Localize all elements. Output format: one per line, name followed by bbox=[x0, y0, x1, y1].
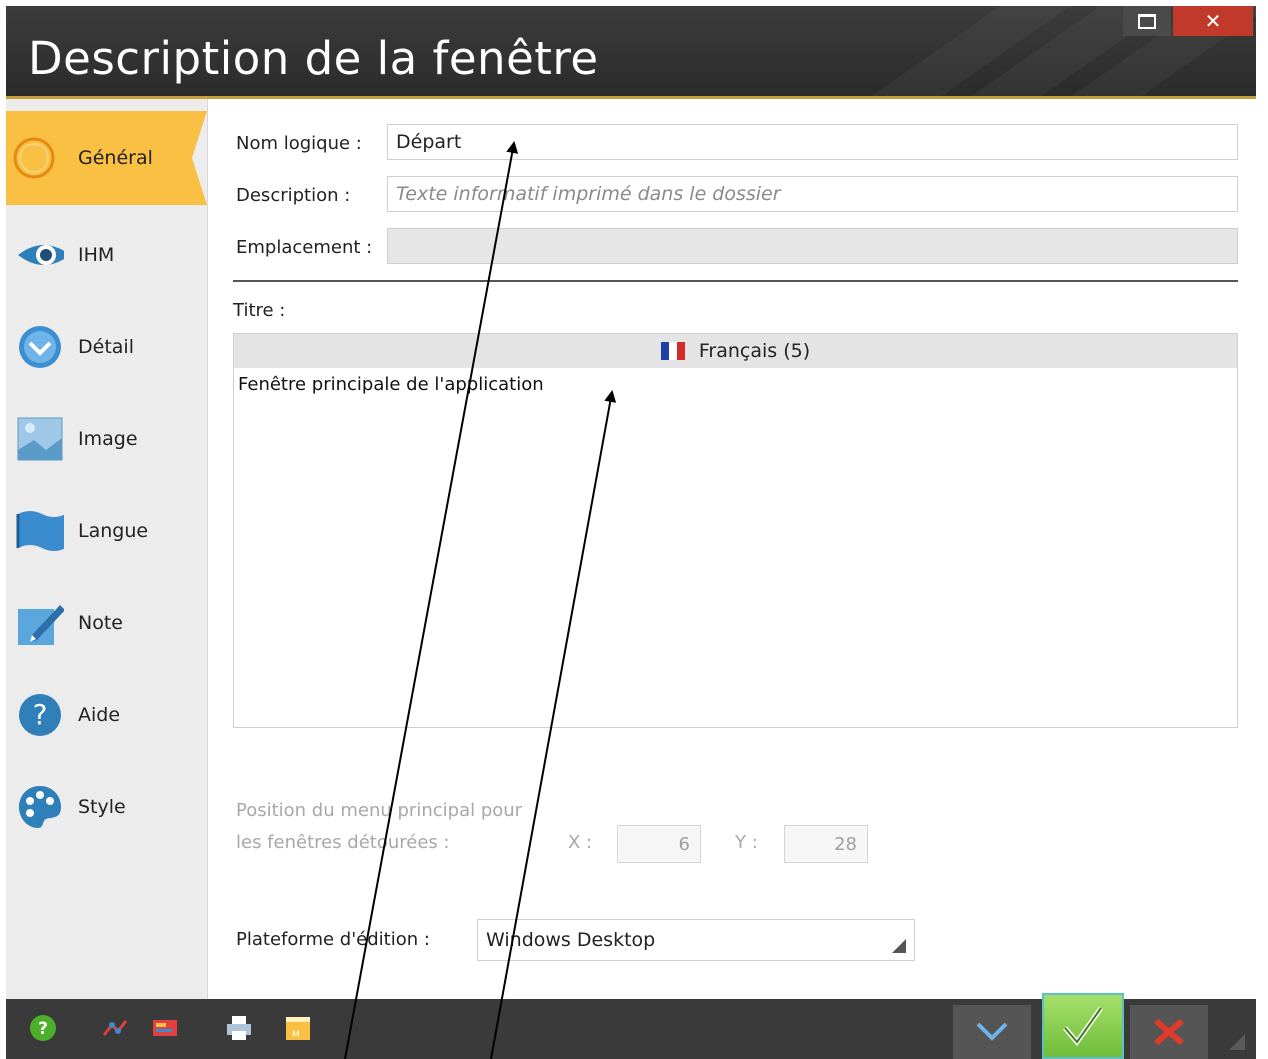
x-label: X : bbox=[568, 832, 593, 853]
eye-icon bbox=[16, 231, 64, 279]
sidebar-item-label: Langue bbox=[78, 520, 149, 542]
image-icon bbox=[16, 415, 64, 463]
description-input[interactable]: Texte informatif imprimé dans le dossier bbox=[387, 176, 1238, 212]
sidebar-item-detail[interactable]: Détail bbox=[6, 301, 207, 393]
position-label-line2: les fenêtres détourées : bbox=[236, 832, 450, 853]
y-input: 28 bbox=[784, 825, 868, 863]
y-label: Y : bbox=[735, 832, 758, 853]
nom-logique-input[interactable]: Départ bbox=[387, 124, 1238, 160]
x-input: 6 bbox=[617, 825, 701, 863]
x-value: 6 bbox=[678, 833, 690, 855]
title-bar: Description de la fenêtre ✕ bbox=[6, 6, 1256, 99]
sidebar-item-label: Style bbox=[78, 796, 126, 818]
chevron-down-icon bbox=[976, 1022, 1008, 1041]
window-icon[interactable]: M bbox=[281, 1011, 315, 1045]
titre-language-label: Français (5) bbox=[698, 340, 811, 362]
sidebar-item-label: Aide bbox=[78, 704, 121, 726]
circle-icon bbox=[10, 134, 58, 182]
chevron-circle-icon bbox=[16, 323, 64, 371]
nom-logique-value: Départ bbox=[396, 131, 462, 153]
svg-text:M: M bbox=[292, 1030, 300, 1040]
sidebar-item-langue[interactable]: Langue bbox=[6, 485, 207, 577]
close-button[interactable]: ✕ bbox=[1173, 6, 1253, 36]
titre-language-header[interactable]: Français (5) bbox=[234, 334, 1237, 368]
close-icon bbox=[1154, 1018, 1184, 1046]
sidebar-item-label: Note bbox=[78, 612, 123, 634]
plateforme-value: Windows Desktop bbox=[486, 929, 656, 951]
dialog-window: Description de la fenêtre ✕ Général IHM … bbox=[6, 6, 1256, 1059]
window-title: Description de la fenêtre bbox=[28, 32, 599, 85]
description-label: Description : bbox=[236, 185, 351, 206]
svg-text:?: ? bbox=[33, 698, 48, 731]
sidebar-item-label: Général bbox=[78, 147, 153, 169]
pencil-note-icon bbox=[16, 599, 64, 647]
close-icon: ✕ bbox=[1204, 9, 1222, 33]
sidebar-item-general[interactable]: Général bbox=[6, 111, 207, 205]
emplacement-label: Emplacement : bbox=[236, 237, 373, 258]
plateforme-label: Plateforme d'édition : bbox=[236, 929, 430, 950]
sidebar-item-note[interactable]: Note bbox=[6, 577, 207, 669]
sidebar: Général IHM Détail Image Langue Note ? A… bbox=[6, 99, 208, 999]
maximize-icon bbox=[1138, 13, 1156, 29]
french-flag-icon bbox=[660, 342, 685, 360]
collapse-button[interactable] bbox=[953, 1005, 1031, 1059]
description-placeholder: Texte informatif imprimé dans le dossier bbox=[396, 183, 781, 205]
sidebar-item-aide[interactable]: ? Aide bbox=[6, 669, 207, 761]
cancel-button[interactable] bbox=[1130, 1005, 1208, 1059]
titre-text[interactable]: Fenêtre principale de l'application bbox=[234, 368, 1237, 401]
flag-icon bbox=[16, 507, 64, 555]
main-panel: Nom logique : Départ Description : Texte… bbox=[208, 99, 1256, 999]
svg-text:?: ? bbox=[38, 1019, 48, 1039]
sidebar-item-label: Détail bbox=[78, 336, 134, 358]
check-icon bbox=[1063, 1006, 1104, 1047]
plateforme-select[interactable]: Windows Desktop bbox=[477, 919, 915, 961]
bottom-toolbar: ? M bbox=[6, 993, 1256, 1059]
titre-label: Titre : bbox=[233, 300, 286, 321]
position-label-line1: Position du menu principal pour bbox=[236, 800, 523, 821]
titre-editor[interactable]: Français (5) Fenêtre principale de l'app… bbox=[233, 333, 1238, 728]
card-icon[interactable] bbox=[148, 1011, 182, 1045]
emplacement-field bbox=[387, 228, 1238, 264]
sidebar-item-label: Image bbox=[78, 428, 138, 450]
sidebar-item-style[interactable]: Style bbox=[6, 761, 207, 853]
palette-icon bbox=[16, 783, 64, 831]
resize-grip-icon[interactable] bbox=[1220, 1025, 1254, 1059]
help-icon[interactable]: ? bbox=[26, 1011, 60, 1045]
dropdown-arrow-icon bbox=[892, 939, 906, 953]
sidebar-item-image[interactable]: Image bbox=[6, 393, 207, 485]
y-value: 28 bbox=[834, 833, 857, 855]
maximize-button[interactable] bbox=[1123, 6, 1171, 36]
separator bbox=[233, 280, 1238, 282]
sidebar-item-ihm[interactable]: IHM bbox=[6, 209, 207, 301]
ok-button[interactable] bbox=[1042, 993, 1124, 1059]
print-icon[interactable] bbox=[222, 1011, 256, 1045]
sidebar-item-label: IHM bbox=[78, 244, 115, 266]
graph-icon[interactable] bbox=[98, 1011, 132, 1045]
nom-logique-label: Nom logique : bbox=[236, 133, 362, 154]
help-icon: ? bbox=[16, 691, 64, 739]
